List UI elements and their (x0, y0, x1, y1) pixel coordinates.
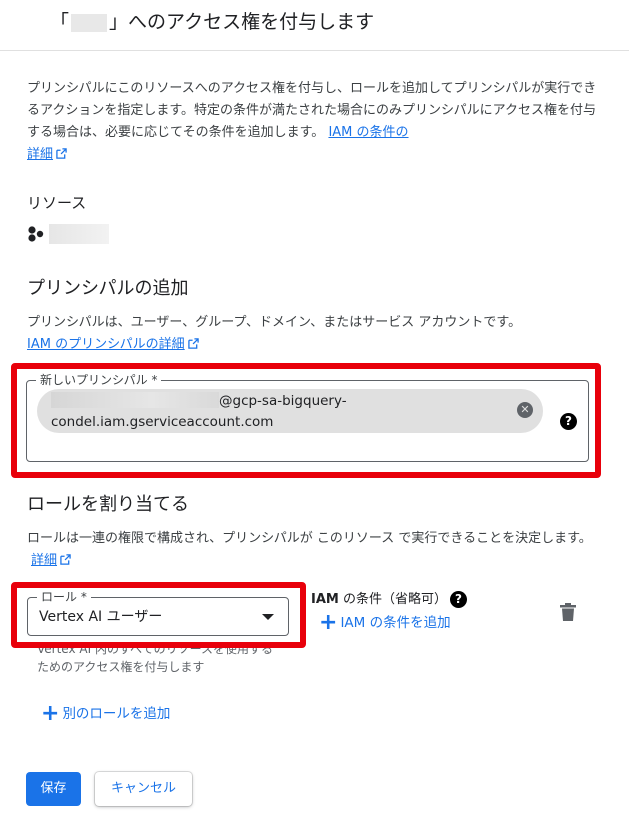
redacted-resource-id (49, 224, 109, 244)
principals-help-icon[interactable]: ? (560, 413, 577, 430)
delete-role-icon[interactable] (559, 602, 577, 622)
resource-heading: リソース (27, 194, 87, 212)
cancel-button[interactable]: キャンセル (95, 772, 192, 806)
external-link-icon (60, 554, 71, 565)
dataset-icon (28, 226, 44, 242)
assign-roles-heading: ロールを割り当てる (27, 494, 189, 515)
principals-learn-more-link[interactable]: IAM のプリンシパルの詳細 (27, 337, 185, 352)
iam-condition-help-icon[interactable]: ? (450, 591, 467, 608)
dialog-title: 「 」へのアクセス権を付与します (50, 8, 374, 36)
redacted-resource-name (71, 13, 108, 32)
dropdown-arrow-icon (262, 614, 274, 620)
add-principals-heading: プリンシパルの追加 (27, 278, 189, 299)
plus-icon: + (319, 610, 338, 635)
add-another-role-button[interactable]: + 別のロールを追加 (41, 703, 170, 725)
add-another-role-label: 別のロールを追加 (62, 706, 171, 722)
save-button[interactable]: 保存 (26, 772, 81, 806)
dialog-title-prefix: 「 (50, 11, 70, 33)
role-hint-text: Vertex AI 内のすべてのリソースを使用するためのアクセス権を付与します (37, 642, 274, 674)
role-select[interactable]: ロール * Vertex AI ユーザー (27, 589, 289, 636)
dialog-title-suffix: 」へのアクセス権を付与します (109, 11, 375, 33)
principals-description: プリンシパルは、ユーザー、グループ、ドメイン、またはサービス アカウントです。 … (27, 315, 522, 352)
intro-text: プリンシパルにこのリソースへのアクセス権を付与し、ロールを追加してプリンシパルが… (27, 81, 597, 140)
add-iam-condition-label: IAM の条件を追加 (340, 615, 451, 631)
external-link-icon (56, 148, 67, 159)
principal-chip-line2: condel.iam.gserviceaccount.com (51, 414, 274, 430)
roles-learn-more-link[interactable]: 詳細 (31, 553, 57, 568)
new-principals-input[interactable]: 新しいプリンシパル * @gcp-sa-bigquery- condel.iam… (26, 372, 589, 462)
role-label: ロール * (37, 589, 91, 605)
plus-icon: + (41, 701, 60, 726)
role-selected-value: Vertex AI ユーザー (39, 609, 163, 625)
iam-condition-label: IAM の条件（省略可） (311, 592, 447, 607)
principal-chip-line1: @gcp-sa-bigquery- (219, 393, 347, 409)
title-divider (0, 50, 629, 51)
external-link-icon (187, 338, 199, 349)
roles-description: ロールは一連の権限で構成され、プリンシパルが このリソース で実行できることを決… (27, 531, 592, 568)
principal-chip[interactable]: @gcp-sa-bigquery- condel.iam.gserviceacc… (37, 389, 543, 433)
new-principals-label: 新しいプリンシパル * (36, 372, 162, 388)
remove-chip-icon[interactable]: ✕ (517, 402, 533, 418)
redacted-email-prefix (51, 392, 219, 408)
intro-paragraph: プリンシパルにこのリソースへのアクセス権を付与し、ロールを追加してプリンシパルが… (27, 78, 597, 166)
add-iam-condition-button[interactable]: + IAM の条件を追加 (319, 612, 451, 634)
